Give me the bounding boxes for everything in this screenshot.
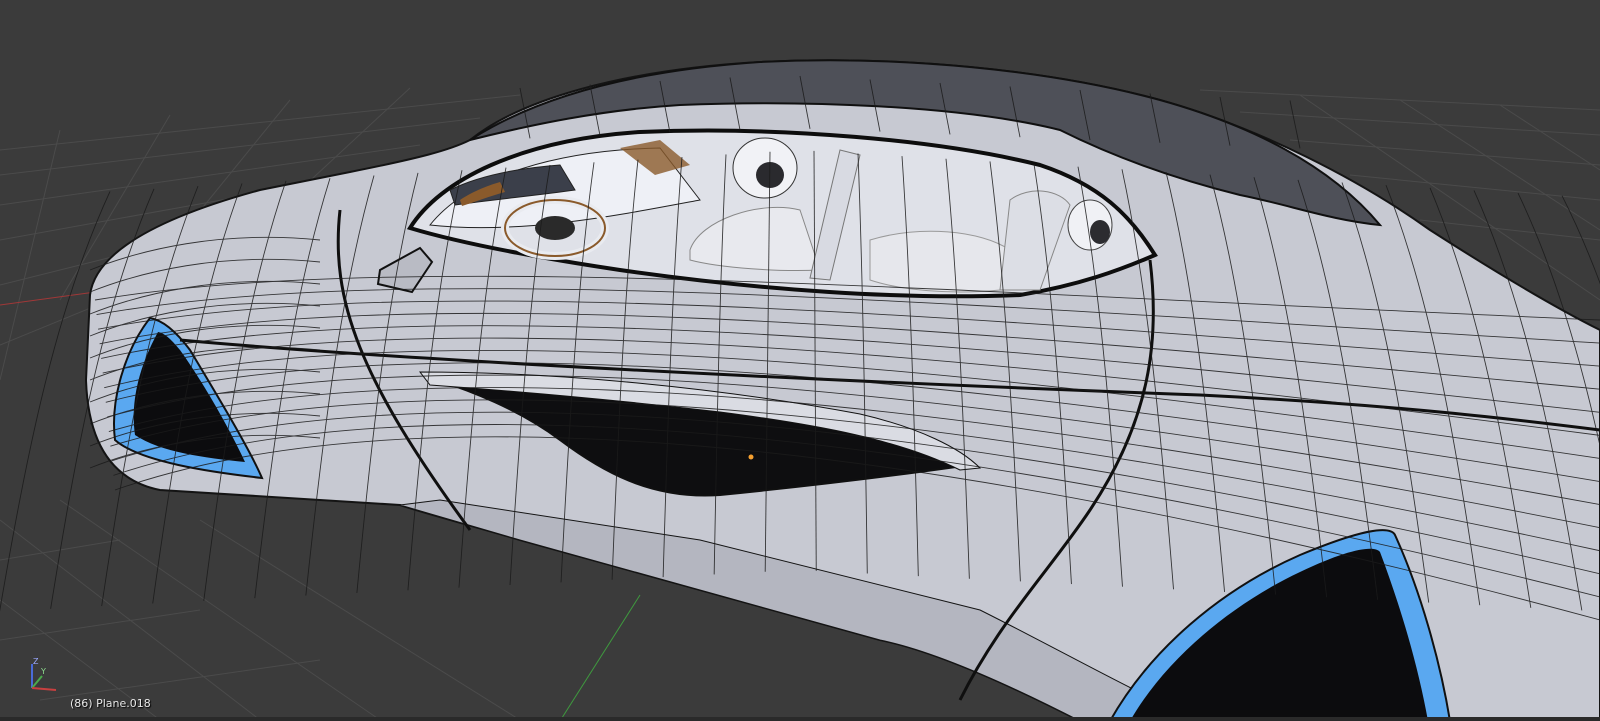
3d-viewport[interactable]: Z Y (86) Plane.018 [0, 0, 1600, 721]
viewport-bottom-edge [0, 717, 1600, 721]
axis-label-y: Y [40, 667, 46, 676]
axis-gizmo: Z Y [31, 657, 57, 691]
axis-label-z: Z [33, 657, 39, 666]
object-info-label: (86) Plane.018 [70, 697, 151, 710]
pivot-point [748, 454, 754, 460]
y-axis-line [559, 594, 641, 721]
mesh-edge [1289, 100, 1301, 149]
viewport-scene[interactable] [0, 0, 1600, 721]
